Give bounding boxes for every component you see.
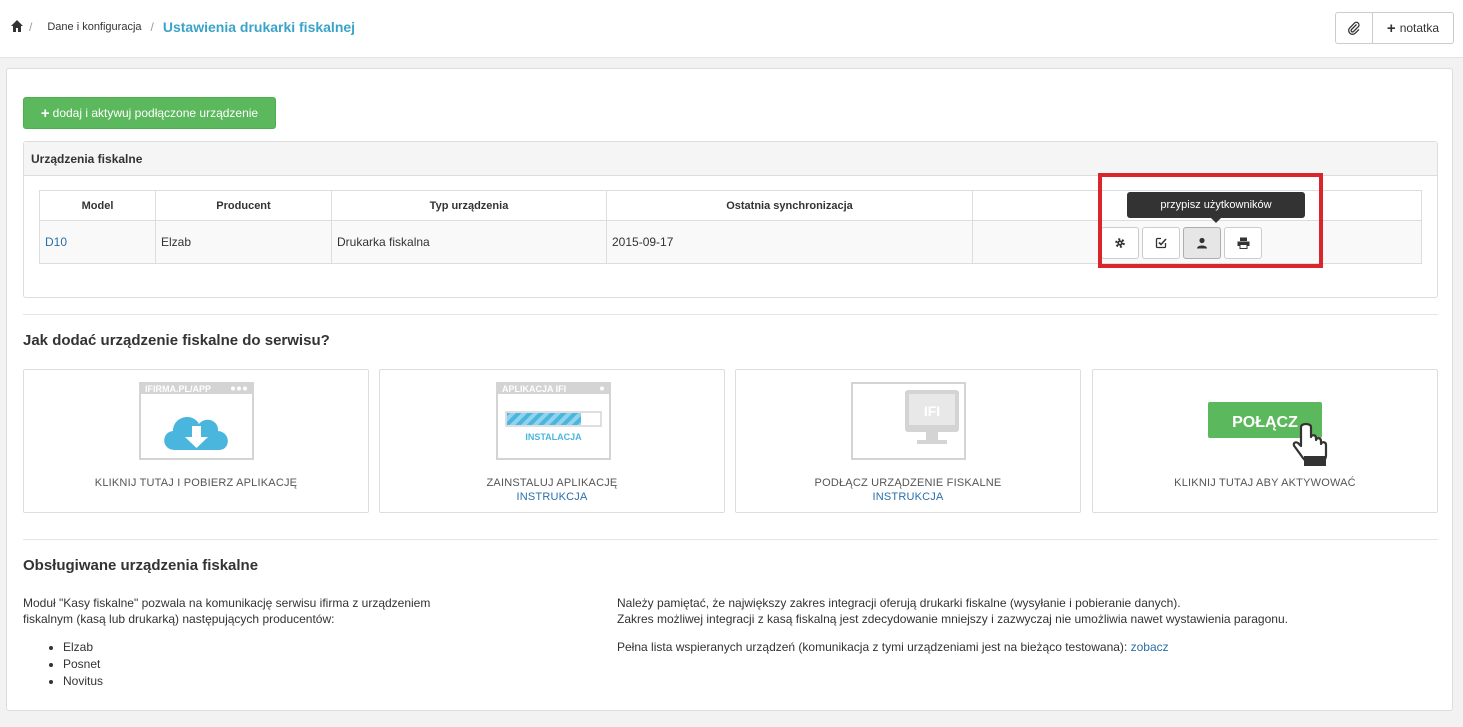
connect-graphic: POŁĄCZ	[1208, 402, 1328, 466]
top-bar: / Dane i konfiguracja / Ustawienia druka…	[0, 0, 1463, 58]
plus-icon: +	[40, 104, 50, 122]
note-line: Zakres możliwej integracji z kasą fiskal…	[617, 612, 1288, 626]
page-title: Ustawienia drukarki fiskalnej	[162, 19, 356, 35]
list-item: Novitus	[63, 673, 103, 690]
column-header-last-sync: Ostatnia synchronizacja	[606, 190, 973, 221]
toolbar: + notatka	[1335, 12, 1454, 44]
add-note-button[interactable]: + notatka	[1373, 12, 1454, 44]
note-text: Pełna lista wspieranych urządzeń (komuni…	[617, 640, 1128, 654]
note-label: notatka	[1399, 21, 1440, 35]
print-icon	[1237, 237, 1249, 249]
svg-text:IFIRMA.PL/APP: IFIRMA.PL/APP	[145, 384, 211, 394]
svg-text:IFI: IFI	[924, 403, 940, 419]
step-connect-device[interactable]: IFI PODŁĄCZ URZĄDZENIE FISKALNE INSTRUKC…	[735, 369, 1081, 513]
supported-heading: Obsługiwane urządzenia fiskalne	[23, 557, 259, 574]
print-button[interactable]	[1224, 227, 1262, 259]
column-header-producer: Producent	[155, 190, 332, 221]
add-device-button[interactable]: + dodaj i aktywuj podłączone urządzenie	[23, 97, 276, 129]
breadcrumb: / Dane i konfiguracja / Ustawienia druka…	[10, 19, 355, 35]
settings-button[interactable]	[1101, 227, 1139, 259]
list-item: Posnet	[63, 656, 103, 673]
instruction-link[interactable]: INSTRUKCJA	[736, 491, 1080, 503]
how-to-heading: Jak dodać urządzenie fiskalne do serwisu…	[23, 332, 330, 349]
cell-model: D10	[39, 220, 156, 264]
attach-button[interactable]	[1335, 12, 1373, 44]
step-activate[interactable]: POŁĄCZ KLIKNIJ TUTAJ ABY AKTYWOWAĆ	[1092, 369, 1438, 513]
cell-last-sync: 2015-09-17	[606, 220, 973, 264]
step-caption: PODŁĄCZ URZĄDZENIE FISKALNE	[814, 477, 1002, 489]
list-item: Elzab	[63, 639, 103, 656]
divider	[23, 314, 1438, 315]
note-line: Pełna lista wspieranych urządzeń (komuni…	[617, 639, 1417, 655]
connect-device-graphic: IFI	[851, 382, 966, 460]
module-description: Moduł "Kasy fiskalne" pozwala na komunik…	[23, 596, 431, 626]
fiscal-devices-panel: Urządzenia fiskalne Model Producent Typ …	[23, 141, 1438, 298]
instruction-link[interactable]: INSTRUKCJA	[380, 491, 724, 503]
integration-notes: Należy pamiętać, że największy zakres in…	[617, 595, 1417, 655]
device-model-link[interactable]: D10	[45, 235, 67, 249]
plus-icon: +	[1386, 19, 1396, 37]
step-caption: KLIKNIJ TUTAJ I POBIERZ APLIKACJĘ	[94, 477, 298, 489]
divider	[23, 539, 1438, 540]
download-app-graphic: IFIRMA.PL/APP	[139, 382, 254, 460]
edit-button[interactable]	[1142, 227, 1180, 259]
cell-producer: Elzab	[155, 220, 332, 264]
step-download-app[interactable]: IFIRMA.PL/APP KLIKNIJ TUTAJ I POBIERZ AP…	[23, 369, 369, 513]
step-install-app[interactable]: APLIKACJA IFI INSTALACJA ZAINSTALUJ APLI…	[379, 369, 725, 513]
column-header-type: Typ urządzenia	[331, 190, 607, 221]
note-line: Należy pamiętać, że największy zakres in…	[617, 596, 1181, 610]
assign-users-button[interactable]	[1183, 227, 1221, 259]
step-caption: ZAINSTALUJ APLIKACJĘ	[486, 477, 618, 489]
install-app-graphic: APLIKACJA IFI INSTALACJA	[496, 382, 611, 460]
user-icon	[1197, 237, 1207, 249]
breadcrumb-item-config[interactable]: Dane i konfiguracja	[47, 21, 141, 33]
see-list-link[interactable]: zobacz	[1131, 640, 1169, 654]
row-actions	[1101, 227, 1262, 259]
panel-title: Urządzenia fiskalne	[24, 142, 1437, 176]
home-icon[interactable]	[10, 19, 24, 33]
main-content: + dodaj i aktywuj podłączone urządzenie …	[6, 68, 1453, 711]
gear-icon	[1115, 238, 1125, 248]
add-device-label: dodaj i aktywuj podłączone urządzenie	[52, 106, 259, 120]
step-caption: KLIKNIJ TUTAJ ABY AKTYWOWAĆ	[1174, 477, 1356, 489]
edit-check-icon	[1155, 237, 1167, 249]
cell-type: Drukarka fiskalna	[331, 220, 607, 264]
svg-text:POŁĄCZ: POŁĄCZ	[1232, 414, 1298, 431]
breadcrumb-separator: /	[29, 20, 33, 34]
tooltip: przypisz użytkowników	[1127, 192, 1305, 223]
svg-text:INSTALACJA: INSTALACJA	[525, 432, 582, 442]
paperclip-icon	[1348, 21, 1360, 35]
brand-list: Elzab Posnet Novitus	[63, 639, 103, 690]
breadcrumb-separator: /	[150, 20, 154, 34]
svg-text:APLIKACJA IFI: APLIKACJA IFI	[502, 384, 566, 394]
column-header-model: Model	[39, 190, 156, 221]
